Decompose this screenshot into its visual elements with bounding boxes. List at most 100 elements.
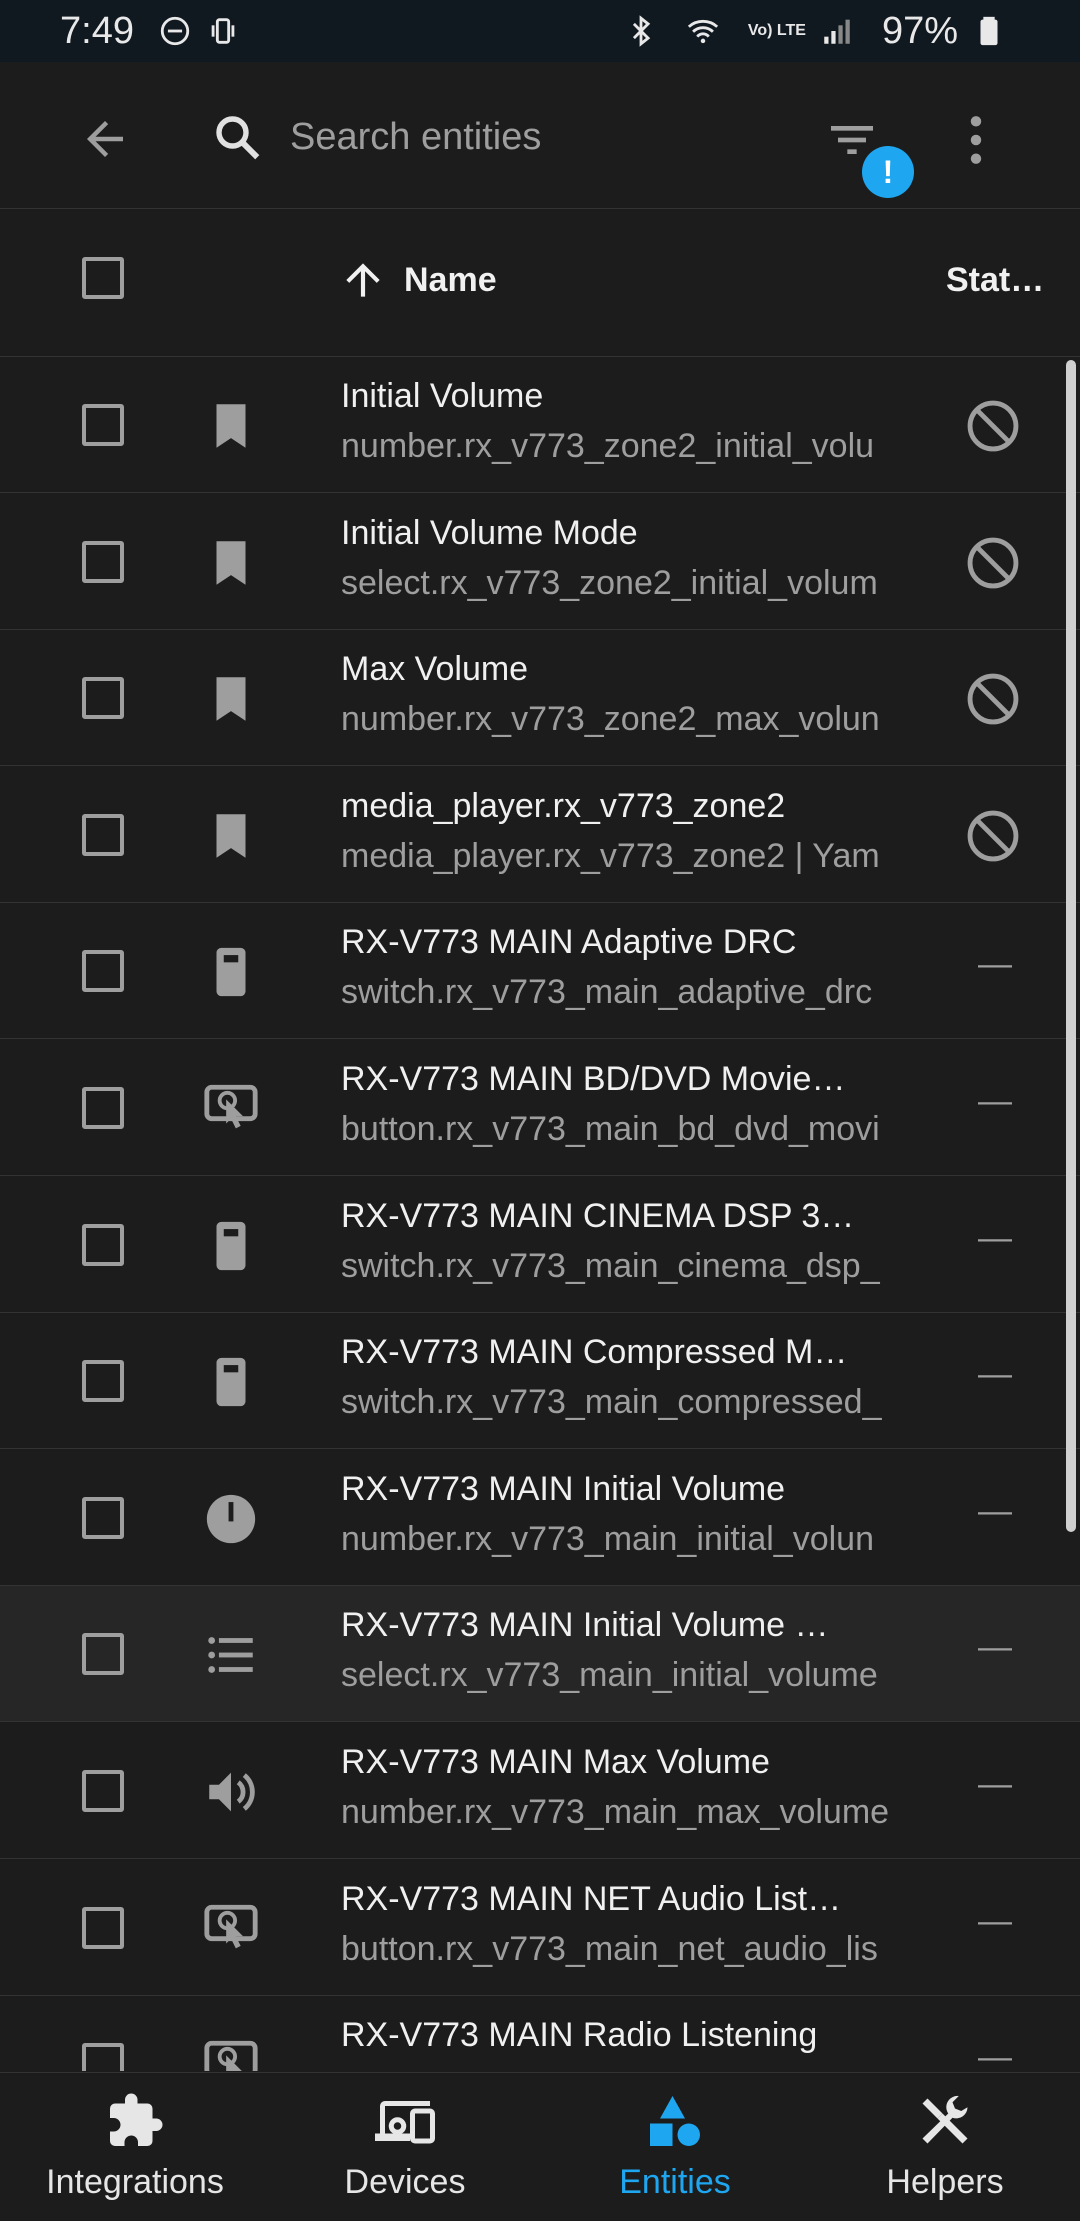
nav-label: Entities (619, 2163, 731, 2201)
row-checkbox[interactable] (82, 1223, 124, 1266)
status-value: — (978, 1355, 1012, 1394)
top-app-bar: ! (0, 62, 1080, 209)
tools-icon (915, 2091, 975, 2151)
search-bar (210, 102, 810, 172)
list-icon (202, 1626, 260, 1684)
devices-icon (375, 2091, 435, 2151)
nav-item-entities[interactable]: Entities (540, 2073, 810, 2221)
table-row[interactable]: RX-V773 MAIN Initial Volume number.rx_v7… (0, 1450, 1080, 1586)
puzzle-icon (105, 2091, 165, 2151)
table-row[interactable]: Initial Volume number.rx_v773_zone2_init… (0, 357, 1080, 493)
gauge-icon (202, 1490, 260, 1548)
shapes-icon (645, 2091, 705, 2151)
entity-id: switch.rx_v773_main_compressed_ (341, 1383, 882, 1422)
entity-id: number.rx_v773_main_initial_volun (341, 1519, 874, 1558)
switch-icon (202, 1353, 260, 1411)
table-row[interactable]: RX-V773 MAIN Compressed M… switch.rx_v77… (0, 1313, 1080, 1450)
status-value: — (978, 1765, 1012, 1803)
disabled-icon (964, 397, 1022, 455)
bookmark-icon (202, 807, 260, 865)
bluetooth-icon (624, 14, 658, 48)
row-checkbox[interactable] (82, 1906, 124, 1949)
entity-name: RX-V773 MAIN Compressed M… (341, 1333, 848, 1372)
entity-id: media_player.rx_v773_zone2 | Yam (341, 836, 880, 875)
gesture-tap-button-icon (202, 2036, 260, 2071)
gesture-tap-button-icon (202, 1900, 260, 1958)
row-checkbox[interactable] (82, 1770, 124, 1812)
vibrate-icon (206, 14, 240, 48)
disabled-icon (964, 534, 1022, 592)
table-row[interactable]: RX-V773 MAIN Max Volume number.rx_v773_m… (0, 1723, 1080, 1859)
nav-item-devices[interactable]: Devices (270, 2073, 540, 2221)
entity-name: RX-V773 MAIN NET Audio List… (341, 1879, 842, 1918)
table-header: Name Stat… (0, 209, 1080, 357)
disabled-icon (964, 670, 1022, 728)
entity-id: button.rx_v773_main_net_audio_lis (341, 1929, 878, 1968)
entity-name: Initial Volume Mode (341, 513, 638, 552)
entity-name: RX-V773 MAIN Radio Listening (341, 2016, 818, 2055)
disabled-icon (964, 807, 1022, 865)
volte-indicator: Vo) LTE (747, 22, 806, 39)
entity-name: RX-V773 MAIN Initial Volume (341, 1469, 786, 1508)
battery-percent: 97% (881, 9, 958, 52)
row-checkbox[interactable] (82, 404, 124, 446)
column-header-name[interactable]: Name (404, 261, 497, 300)
nav-label: Helpers (886, 2163, 1004, 2201)
row-checkbox[interactable] (82, 677, 124, 720)
row-checkbox[interactable] (82, 540, 124, 583)
search-icon (210, 110, 264, 164)
row-checkbox[interactable] (82, 950, 124, 993)
nav-label: Devices (344, 2163, 466, 2201)
entity-id: switch.rx_v773_main_cinema_dsp_ (341, 1246, 880, 1285)
entity-id: number.rx_v773_zone2_max_volun (341, 700, 880, 739)
column-header-status[interactable]: Stat… (946, 261, 1044, 300)
entity-name: media_player.rx_v773_zone2 (341, 786, 786, 825)
table-row[interactable]: RX-V773 MAIN Adaptive DRC switch.rx_v773… (0, 903, 1080, 1040)
volume-icon (202, 1763, 260, 1821)
nav-item-helpers[interactable]: Helpers (810, 2073, 1080, 2221)
select-all-checkbox[interactable] (82, 257, 124, 299)
status-value: — (978, 1628, 1012, 1667)
row-checkbox[interactable] (82, 1360, 124, 1403)
row-checkbox[interactable] (82, 1087, 124, 1129)
row-checkbox[interactable] (82, 1496, 124, 1539)
entity-name: RX-V773 MAIN CINEMA DSP 3… (341, 1196, 855, 1235)
status-value: — (978, 1901, 1012, 1940)
filter-badge: ! (862, 146, 914, 198)
nav-label: Integrations (46, 2163, 224, 2201)
more-options-icon[interactable] (954, 112, 998, 168)
table-row[interactable]: RX-V773 MAIN BD/DVD Movie… button.rx_v77… (0, 1040, 1080, 1176)
wifi-icon (686, 14, 720, 48)
table-row[interactable]: RX-V773 MAIN Initial Volume … select.rx_… (0, 1586, 1080, 1723)
table-row[interactable]: RX-V773 MAIN NET Audio List… button.rx_v… (0, 1860, 1080, 1996)
bottom-navigation: Integrations Devices Entities Helpers (0, 2072, 1080, 2221)
back-arrow-icon[interactable] (78, 112, 132, 166)
scrollbar[interactable] (1066, 360, 1076, 1532)
entity-id: button.rx_v773_main_bd_dvd_movi (341, 1110, 880, 1148)
entity-name: RX-V773 MAIN Max Volume (341, 1743, 770, 1781)
row-checkbox[interactable] (82, 1633, 124, 1676)
table-row[interactable]: RX-V773 MAIN CINEMA DSP 3… switch.rx_v77… (0, 1177, 1080, 1313)
status-value: — (978, 945, 1012, 984)
status-value: — (978, 1491, 1012, 1530)
table-row[interactable]: RX-V773 MAIN Radio Listening — (0, 1996, 1080, 2071)
bookmark-icon (202, 670, 260, 728)
status-value: — (978, 1082, 1012, 1120)
nav-item-integrations[interactable]: Integrations (0, 2073, 270, 2221)
table-row[interactable]: Max Volume number.rx_v773_zone2_max_volu… (0, 630, 1080, 767)
entity-id: switch.rx_v773_main_adaptive_drc (341, 973, 873, 1012)
row-checkbox[interactable] (82, 2043, 124, 2071)
bookmark-icon (202, 534, 260, 592)
search-input[interactable] (288, 114, 792, 160)
switch-icon (202, 943, 260, 1001)
entity-name: RX-V773 MAIN Initial Volume … (341, 1606, 829, 1645)
table-row[interactable]: Initial Volume Mode select.rx_v773_zone2… (0, 494, 1080, 630)
table-row[interactable]: media_player.rx_v773_zone2 media_player.… (0, 767, 1080, 903)
row-checkbox[interactable] (82, 813, 124, 856)
status-time: 7:49 (60, 9, 134, 52)
entity-name: RX-V773 MAIN BD/DVD Movie… (341, 1060, 846, 1098)
sort-ascending-icon[interactable] (338, 255, 388, 305)
status-bar: 7:49 Vo) LTE 97% (0, 0, 1080, 62)
gesture-tap-button-icon (202, 1080, 260, 1138)
entity-name: Initial Volume (341, 377, 544, 415)
